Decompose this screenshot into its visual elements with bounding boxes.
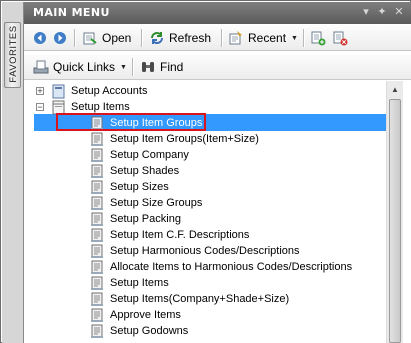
form-document-icon <box>91 276 103 290</box>
tree-item-label: Setup Item C.F. Descriptions <box>110 229 250 241</box>
binoculars-icon <box>142 62 154 72</box>
panel-title: MAIN MENU <box>33 6 110 19</box>
tree-item[interactable]: Setup Harmonious Codes/Descriptions <box>91 243 300 259</box>
folder-book-icon <box>52 84 65 98</box>
tree-item[interactable]: Setup Items <box>91 275 169 291</box>
panel-dropdown-icon[interactable]: ▾ <box>360 5 372 19</box>
form-document-icon <box>91 324 103 338</box>
tree-item[interactable]: Setup Shades <box>91 163 179 179</box>
quick-links-button[interactable]: Quick Links ▼ <box>33 58 127 76</box>
tree-item-label: Setup Godowns <box>110 325 189 337</box>
tree-item[interactable]: Setup Item Groups(Item+Size) <box>91 131 259 147</box>
tree-item-label: Setup Company <box>110 149 189 161</box>
tree-item-label: Setup Size Groups <box>110 197 203 209</box>
tree-item[interactable]: Approve Items <box>91 307 181 323</box>
tree-node-label: Setup Items <box>71 101 130 113</box>
recent-button[interactable]: Recent ▼ <box>228 29 298 47</box>
toolbar-separator <box>74 29 76 47</box>
title-bar: MAIN MENU ▾ ✦ ✕ <box>24 2 411 24</box>
tree-item[interactable]: Setup Sizes <box>91 179 169 195</box>
recent-icon <box>229 31 242 45</box>
forward-arrow-icon <box>54 32 66 44</box>
form-document-icon <box>91 180 103 194</box>
main-menu-window: FAVORITES MAIN MENU ▾ ✦ ✕ Open Refresh R… <box>0 0 411 343</box>
highlight-annotation-box <box>56 113 206 131</box>
tree-item-label: Approve Items <box>110 309 181 321</box>
recent-dropdown-icon[interactable]: ▼ <box>291 35 298 42</box>
form-document-icon <box>91 228 103 242</box>
form-document-icon <box>91 148 103 162</box>
find-label: Find <box>160 60 184 74</box>
close-icon[interactable]: ✕ <box>393 5 405 19</box>
tree-scrollbar[interactable]: ▲ <box>386 81 403 343</box>
refresh-icon <box>151 32 163 44</box>
tree-item-label: Setup Sizes <box>110 181 169 193</box>
tree-item[interactable]: Allocate Items to Harmonious Codes/Descr… <box>91 259 352 275</box>
remove-favorite-icon <box>333 31 348 46</box>
tree-node-label: Setup Accounts <box>71 85 148 97</box>
favorites-tab-label: FAVORITES <box>8 25 19 83</box>
find-button[interactable]: Find <box>140 58 183 76</box>
refresh-label: Refresh <box>169 31 212 45</box>
toolbar-separator <box>221 29 223 47</box>
tree-item-label: Setup Items(Company+Shade+Size) <box>110 293 290 305</box>
main-menu-panel: MAIN MENU ▾ ✦ ✕ Open Refresh Recent ▼ Qu… <box>23 2 411 343</box>
toolbar-separator <box>303 29 305 47</box>
tree-item-label: Allocate Items to Harmonious Codes/Descr… <box>110 261 353 273</box>
add-favorite-icon <box>311 31 326 46</box>
expand-icon[interactable]: + <box>36 87 44 96</box>
navigation-toolbar: Open Refresh Recent ▼ <box>24 25 411 51</box>
form-document-icon <box>91 132 103 146</box>
back-arrow-icon <box>34 32 46 44</box>
refresh-button[interactable]: Refresh <box>149 29 211 47</box>
scroll-up-button[interactable]: ▲ <box>388 83 402 97</box>
tree-item[interactable]: Setup Item C.F. Descriptions <box>91 227 249 243</box>
quick-links-dropdown-icon[interactable]: ▼ <box>120 64 127 71</box>
tree-item-label: Setup Item Groups(Item+Size) <box>110 133 259 145</box>
tree-item-label: Setup Harmonious Codes/Descriptions <box>110 245 300 257</box>
tree-item[interactable]: Setup Company <box>91 147 189 163</box>
open-icon <box>83 32 97 45</box>
favorites-tab[interactable]: FAVORITES <box>4 22 21 88</box>
add-favorite-button[interactable] <box>310 29 326 47</box>
quick-links-label: Quick Links <box>53 60 116 74</box>
remove-favorite-button[interactable] <box>332 29 348 47</box>
recent-label: Recent <box>248 31 287 45</box>
menu-tree: + Setup Accounts − Setup Items Setup Ite… <box>24 81 386 343</box>
form-document-icon <box>91 308 103 322</box>
form-document-icon <box>91 212 103 226</box>
tree-item[interactable]: Setup Items(Company+Shade+Size) <box>91 291 289 307</box>
form-document-icon <box>91 196 103 210</box>
form-document-icon <box>91 164 103 178</box>
tree-node-setup-accounts[interactable]: + Setup Accounts <box>36 83 147 99</box>
tree-item-label: Setup Shades <box>110 165 180 177</box>
form-document-icon <box>91 292 103 306</box>
form-document-icon <box>91 244 103 258</box>
tree-item-label: Setup Packing <box>110 213 181 225</box>
forward-button[interactable] <box>53 29 67 47</box>
pin-icon[interactable]: ✦ <box>376 5 388 19</box>
tree-item[interactable]: Setup Packing <box>91 211 181 227</box>
quick-links-icon <box>33 60 49 74</box>
tree-item[interactable]: Setup Size Groups <box>91 195 202 211</box>
favorites-sidebar: FAVORITES <box>2 2 23 343</box>
open-button[interactable]: Open <box>82 29 131 47</box>
toolbar-separator <box>141 29 143 47</box>
toolbar-separator <box>132 58 134 76</box>
open-label: Open <box>102 31 132 45</box>
tree-item-label: Setup Items <box>110 277 169 289</box>
scroll-thumb[interactable] <box>389 99 401 343</box>
back-button[interactable] <box>33 29 47 47</box>
tree-item[interactable]: Setup Godowns <box>91 323 188 339</box>
collapse-icon[interactable]: − <box>36 103 44 112</box>
search-toolbar: Quick Links ▼ Find <box>24 54 411 80</box>
form-document-icon <box>91 260 103 274</box>
